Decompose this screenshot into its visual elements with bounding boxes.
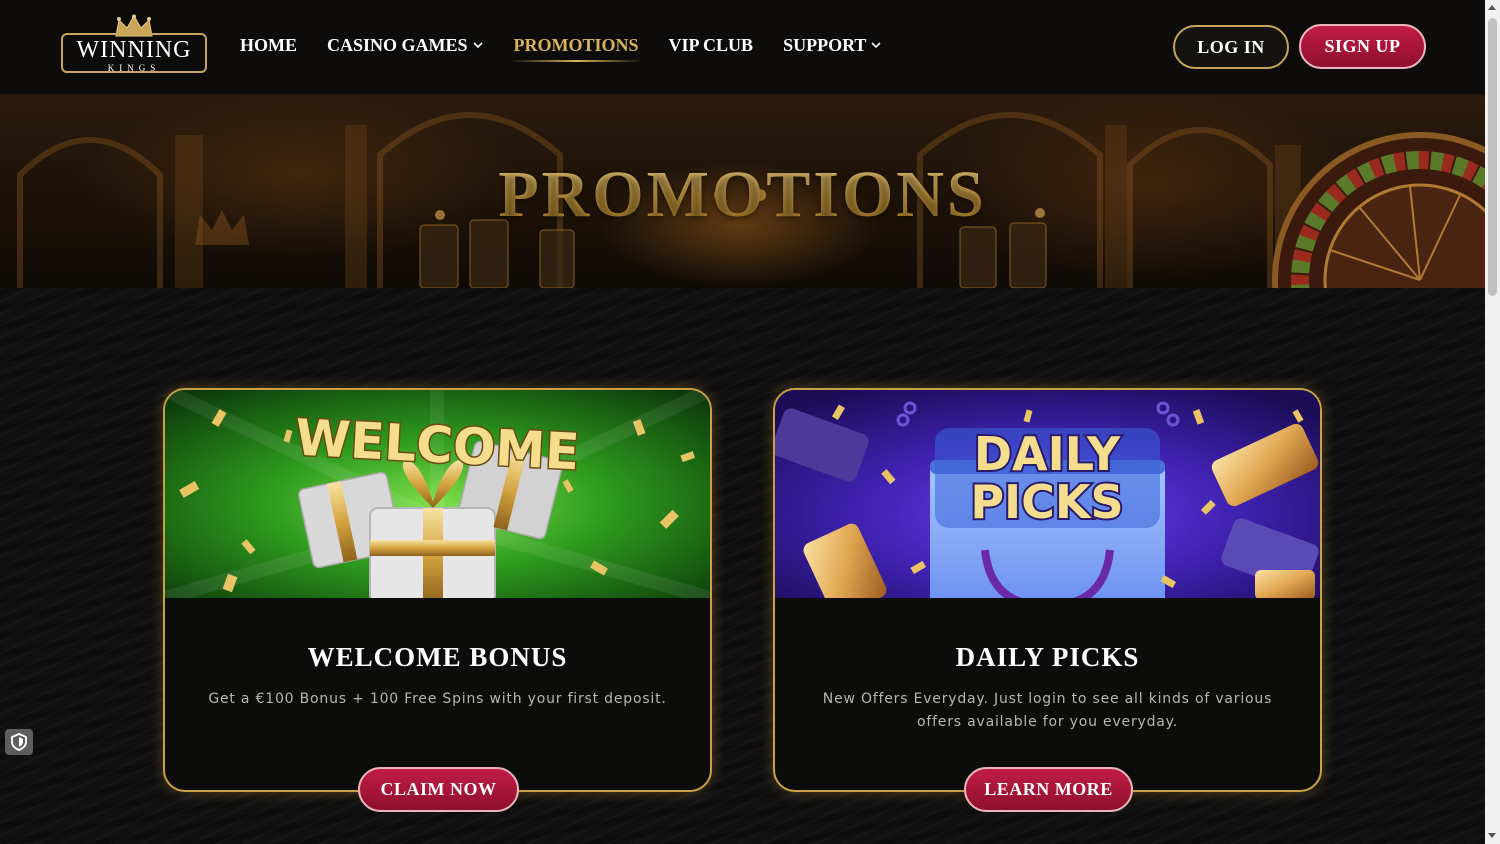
daily-picks-image-text-1: DAILY xyxy=(974,427,1121,481)
promotions-banner: PROMOTIONS xyxy=(0,95,1485,288)
scroll-down-arrow[interactable] xyxy=(1488,833,1496,838)
page-scrollbar[interactable] xyxy=(1485,0,1500,844)
nav-vip-club[interactable]: VIP CLUB xyxy=(669,33,754,57)
promo-card-welcome: WELCOME WELCOME BONUS Get a €100 Bonus +… xyxy=(163,388,712,812)
nav-vip-club-label: VIP CLUB xyxy=(668,34,754,55)
chevron-down-icon xyxy=(871,42,882,49)
scroll-thumb[interactable] xyxy=(1488,18,1497,296)
nav-home-label: HOME xyxy=(240,34,297,55)
promo-title: WELCOME BONUS xyxy=(307,642,568,672)
nav-promotions-label: PROMOTIONS xyxy=(513,34,639,55)
learn-more-button[interactable]: LEARN MORE xyxy=(964,767,1133,812)
main-nav: HOME CASINO GAMES PROMOTIONS VIP CLUB SU… xyxy=(240,33,912,62)
login-button[interactable]: LOG IN xyxy=(1173,25,1289,69)
privacy-settings-button[interactable] xyxy=(5,729,33,755)
promo-description: New Offers Everyday. Just login to see a… xyxy=(822,691,1273,730)
nav-support[interactable]: SUPPORT xyxy=(783,33,882,57)
logo-text: WINNING xyxy=(76,37,192,63)
nav-casino-games-label: CASINO GAMES xyxy=(327,34,468,55)
signup-button[interactable]: SIGN UP xyxy=(1299,24,1426,69)
nav-support-label: SUPPORT xyxy=(783,34,867,55)
scroll-up-arrow[interactable] xyxy=(1488,5,1496,10)
daily-picks-image: DAILY PICKS xyxy=(775,390,1320,598)
nav-promotions[interactable]: PROMOTIONS xyxy=(509,33,643,62)
promotions-section: WELCOME WELCOME BONUS Get a €100 Bonus +… xyxy=(0,288,1485,844)
nav-home[interactable]: HOME xyxy=(240,33,297,57)
promo-card-daily-picks: DAILY PICKS DAILY PICKS New Offers Every… xyxy=(773,388,1322,812)
page-title: PROMOTIONS xyxy=(0,157,1485,233)
nav-casino-games[interactable]: CASINO GAMES xyxy=(327,33,484,57)
daily-picks-image-text-2: PICKS xyxy=(970,475,1123,529)
welcome-bonus-image: WELCOME xyxy=(165,390,710,598)
site-header: WINNING KINGS HOME CASINO GAMES PROMOTIO… xyxy=(0,0,1485,95)
claim-now-button[interactable]: CLAIM NOW xyxy=(358,767,519,812)
promo-title: DAILY PICKS xyxy=(955,642,1140,672)
promo-description: Get a €100 Bonus + 100 Free Spins with y… xyxy=(208,691,667,707)
shield-icon xyxy=(11,733,27,751)
logo[interactable]: WINNING KINGS xyxy=(61,14,207,74)
logo-subtext: KINGS xyxy=(107,63,161,73)
chevron-down-icon xyxy=(472,42,483,49)
